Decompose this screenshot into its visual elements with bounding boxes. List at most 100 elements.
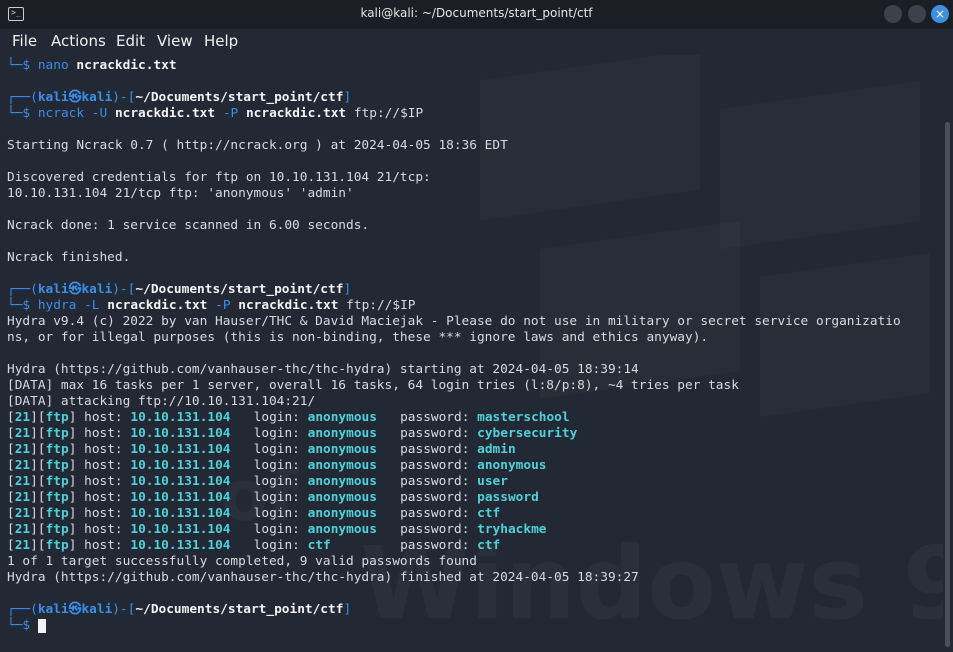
result-port: 21 [14, 522, 31, 537]
result-password: tryhackme [477, 522, 547, 537]
result-host: 10.10.131.104 [130, 490, 231, 505]
command-argument: ncrackdic.txt [114, 106, 216, 121]
output-line: [DATA] max 16 tasks per 1 server, overal… [7, 378, 739, 393]
command-flag: -P [215, 298, 231, 313]
terminal-output[interactable]: of Windows 95 └─$ nano ncrackdic.txt ┌──… [0, 55, 943, 652]
result-password: user [477, 474, 508, 489]
command-flag: -U [91, 106, 108, 121]
watermark-flag-shape [760, 253, 930, 417]
result-proto: ftp [45, 538, 69, 553]
result-login-label: login: [253, 410, 300, 425]
command-flag: -L [84, 298, 100, 313]
result-login: anonymous [307, 474, 377, 489]
result-row: [21][ftp] host: 10.10.131.104 login: ano… [7, 442, 516, 457]
output-line: 10.10.131.104 21/tcp ftp: 'anonymous' 'a… [7, 186, 354, 201]
result-host: 10.10.131.104 [130, 458, 231, 473]
prompt-path: ~/Documents/start_point/ctf [135, 90, 344, 105]
menu-file[interactable]: File [12, 32, 37, 50]
command-name: ncrack [37, 106, 85, 121]
command-argument: ncrackdic.txt [245, 106, 347, 121]
kali-skull-icon: ㉿ [68, 90, 82, 105]
output-line: Ncrack finished. [7, 250, 131, 265]
result-proto: ftp [45, 426, 69, 441]
result-password: masterschool [477, 410, 570, 425]
result-row: [21][ftp] host: 10.10.131.104 login: ano… [7, 458, 547, 473]
result-login-label: login: [253, 538, 300, 553]
result-host: 10.10.131.104 [130, 442, 231, 457]
result-row: [21][ftp] host: 10.10.131.104 login: ano… [7, 522, 547, 537]
command-name: hydra [37, 298, 77, 313]
prompt-host: kali [81, 602, 113, 617]
result-password: anonymous [477, 458, 547, 473]
result-proto: ftp [45, 522, 69, 537]
output-line: ns, or for illegal purposes (this is non… [7, 330, 709, 345]
window-title: kali@kali: ~/Documents/start_point/ctf [360, 6, 593, 20]
command-argument: ncrackdic.txt [107, 298, 208, 313]
result-password-label: password: [400, 522, 470, 537]
close-button[interactable]: × [931, 5, 949, 23]
result-host: 10.10.131.104 [130, 538, 231, 553]
kali-skull-icon: ㉿ [68, 602, 82, 617]
result-password: password [477, 490, 539, 505]
output-line: Discovered credentials for ftp on 10.10.… [7, 170, 431, 185]
result-password-label: password: [400, 458, 470, 473]
output-line: 1 of 1 target successfully completed, 9 … [7, 554, 477, 569]
result-login: anonymous [307, 506, 377, 521]
watermark-flag-shape [480, 55, 700, 220]
output-line: Hydra (https://github.com/vanhauser-thc/… [7, 570, 639, 585]
result-host-label: host: [84, 538, 123, 553]
command-flag: -P [222, 106, 239, 121]
prompt-corner: ┌──( [7, 90, 38, 105]
result-row: [21][ftp] host: 10.10.131.104 login: ctf… [7, 538, 501, 553]
result-row: [21][ftp] host: 10.10.131.104 login: ano… [7, 506, 501, 521]
result-host-label: host: [84, 458, 123, 473]
result-host-label: host: [84, 474, 123, 489]
result-login: anonymous [307, 442, 377, 457]
menu-view[interactable]: View [157, 32, 193, 50]
prompt-user: kali [37, 282, 69, 297]
result-host-label: host: [84, 410, 123, 425]
result-proto: ftp [45, 506, 69, 521]
prompt-path: ~/Documents/start_point/ctf [135, 282, 344, 297]
result-password: ctf [477, 538, 501, 553]
result-host: 10.10.131.104 [130, 522, 231, 537]
title-bar[interactable]: >_ kali@kali: ~/Documents/start_point/ct… [0, 0, 953, 29]
result-host-label: host: [84, 490, 123, 505]
result-login: anonymous [307, 426, 377, 441]
result-password: cybersecurity [477, 426, 578, 441]
result-host: 10.10.131.104 [130, 506, 231, 521]
result-host-label: host: [84, 442, 123, 457]
command-argument: ncrackdic.txt [76, 58, 177, 73]
result-proto: ftp [45, 474, 69, 489]
result-host: 10.10.131.104 [130, 410, 231, 425]
menu-bar: File Actions Edit View Help [0, 29, 953, 55]
scrollbar[interactable] [945, 122, 950, 647]
prompt-user: kali [37, 602, 69, 617]
output-line: Hydra v9.4 (c) 2022 by van Hauser/THC & … [7, 314, 901, 329]
result-port: 21 [14, 490, 31, 505]
result-port: 21 [14, 442, 31, 457]
menu-help[interactable]: Help [204, 32, 238, 50]
result-host-label: host: [84, 426, 123, 441]
result-row: [21][ftp] host: 10.10.131.104 login: ano… [7, 490, 539, 505]
result-host: 10.10.131.104 [130, 426, 231, 441]
result-login: ctf [307, 538, 331, 553]
result-port: 21 [14, 410, 31, 425]
output-line: Hydra (https://github.com/vanhauser-thc/… [7, 362, 639, 377]
result-password-label: password: [400, 474, 470, 489]
text-cursor[interactable] [37, 618, 46, 633]
result-login: anonymous [307, 458, 377, 473]
result-row: [21][ftp] host: 10.10.131.104 login: ano… [7, 410, 570, 425]
prompt-host: kali [81, 90, 113, 105]
menu-actions[interactable]: Actions [51, 32, 106, 50]
minimize-button[interactable] [884, 5, 902, 23]
output-line: [DATA] attacking ftp://10.10.131.104:21/ [7, 394, 316, 409]
result-proto: ftp [45, 490, 69, 505]
result-port: 21 [14, 474, 31, 489]
result-proto: ftp [45, 458, 69, 473]
prompt-host: kali [81, 282, 113, 297]
menu-edit[interactable]: Edit [116, 32, 145, 50]
maximize-button[interactable] [908, 5, 926, 23]
result-login-label: login: [253, 458, 300, 473]
result-login-label: login: [253, 426, 300, 441]
